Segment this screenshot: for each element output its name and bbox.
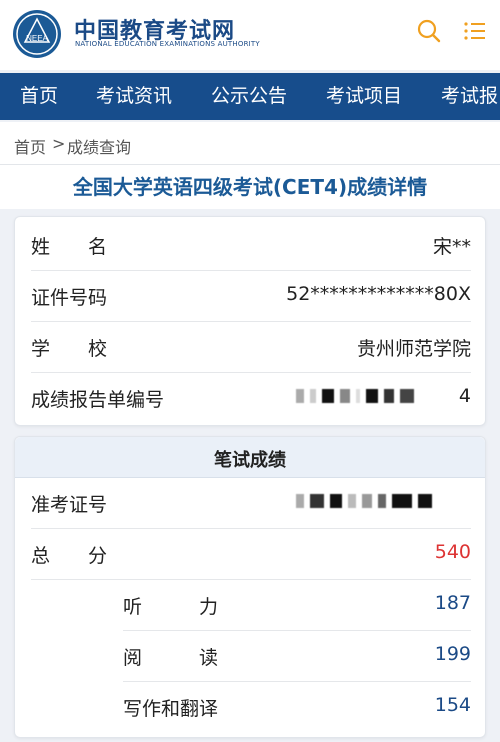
page-title-bar: 全国大学英语四级考试(CET4)成绩详情 [0,165,500,209]
ticket-label: 准考证号 [31,494,108,516]
name-value: 宋** [432,236,471,258]
name-label: 姓 名 [31,236,108,258]
svg-text:NEEA: NEEA [26,34,48,43]
id-value: 52*************80X [286,283,471,305]
breadcrumb-home[interactable]: 首页 [14,134,46,158]
nav-item-news[interactable]: 考试资讯 [96,73,172,120]
ticket-number-redacted [296,493,438,511]
menu-icon[interactable] [462,18,488,44]
site-subtitle: NATIONAL EDUCATION EXAMINATIONS AUTHORIT… [75,40,260,48]
nav-item-exams[interactable]: 考试项目 [326,73,402,120]
writing-translation-value: 154 [434,694,471,716]
school-value: 贵州师范学院 [356,338,471,360]
writing-translation-row: 写作和翻译 154 [123,681,471,732]
neea-logo-icon: NEEA [16,13,58,55]
listening-value: 187 [434,592,471,614]
breadcrumb-separator: > [52,134,66,153]
page-title: 全国大学英语四级考试(CET4)成绩详情 [72,175,428,199]
report-number-redacted [296,388,420,406]
main-nav: 首页 考试资讯 公示公告 考试项目 考试报 [0,73,500,120]
neea-logo[interactable]: NEEA [13,10,61,58]
ticket-row: 准考证号 [31,477,471,529]
school-label: 学 校 [31,338,108,360]
listening-row: 听 力 187 [123,579,471,631]
report-number-label: 成绩报告单编号 [31,389,165,411]
listening-label: 听 力 [123,596,219,618]
nav-item-registration[interactable]: 考试报 [441,73,498,120]
reading-label: 阅 读 [123,647,219,669]
site-header: NEEA 中国教育考试网 NATIONAL EDUCATION EXAMINAT… [0,0,500,70]
id-label: 证件号码 [31,287,108,309]
breadcrumb-current: 成绩查询 [67,138,132,157]
candidate-info-card: 姓 名 宋** 证件号码 52*************80X 学 校 贵州师范… [14,216,486,426]
reading-value: 199 [434,643,471,665]
name-row: 姓 名 宋** [31,219,471,271]
search-icon[interactable] [416,18,442,44]
total-score-value: 540 [434,541,471,563]
written-score-title: 笔试成绩 [214,450,286,471]
reading-row: 阅 读 199 [123,630,471,682]
report-number-row: 成绩报告单编号 4 [31,372,471,423]
report-number-tail: 4 [458,385,471,407]
total-score-row: 总 分 540 [31,528,471,580]
nav-item-notices[interactable]: 公示公告 [211,73,287,120]
nav-item-home[interactable]: 首页 [20,73,58,120]
school-row: 学 校 贵州师范学院 [31,321,471,373]
written-score-card: 笔试成绩 准考证号 总 分 540 听 力 187 阅 读 199 写作和翻译 … [14,436,486,738]
breadcrumb: 首页 > 成绩查询 [0,122,500,165]
writing-translation-label: 写作和翻译 [123,698,219,720]
written-score-header: 笔试成绩 [15,437,485,478]
id-row: 证件号码 52*************80X [31,270,471,322]
total-score-label: 总 分 [31,545,108,567]
